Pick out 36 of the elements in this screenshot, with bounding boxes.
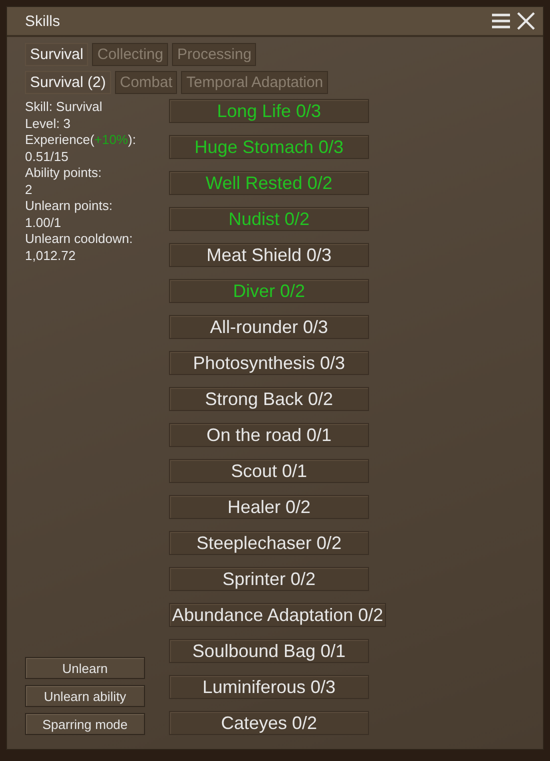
skill-button[interactable]: Scout 0/1 [169,459,369,483]
skill-button[interactable]: Cateyes 0/2 [169,711,369,735]
skill-button[interactable]: Healer 0/2 [169,495,369,519]
action-button[interactable]: Sparring mode [25,713,145,735]
info-line: 0.51/15 [25,148,70,165]
info-line: Level: 3 [25,116,72,132]
skill-button[interactable]: Huge Stomach 0/3 [169,135,369,159]
skill-button[interactable]: On the road 0/1 [169,423,369,447]
skill-button[interactable]: All-rounder 0/3 [169,315,369,339]
skill-button[interactable]: Well Rested 0/2 [169,171,369,195]
menu-icon[interactable] [491,12,511,30]
action-button[interactable]: Unlearn ability [25,685,145,707]
skill-button[interactable]: Diver 0/2 [169,279,369,303]
skill-button[interactable]: Meat Shield 0/3 [169,243,369,267]
info-line: Experience(+10%): [25,132,137,148]
tab[interactable]: Survival [25,43,88,66]
action-button[interactable]: Unlearn [25,657,145,679]
skill-button[interactable]: Strong Back 0/2 [169,387,369,411]
skill-button[interactable]: Abundance Adaptation 0/2 [169,603,386,627]
skill-button[interactable]: Photosynthesis 0/3 [169,351,369,375]
close-icon[interactable] [517,12,535,30]
info-line: 2 [25,182,34,198]
window-title: Skills [25,12,62,30]
info-line: Skill: Survival [25,99,104,116]
skill-button[interactable]: Nudist 0/2 [169,207,369,231]
info-line: Ability points: [25,165,103,182]
info-line: Unlearn cooldown: [25,231,134,248]
skill-button[interactable]: Steeplechaser 0/2 [169,531,369,555]
skill-button[interactable]: Sprinter 0/2 [169,567,369,591]
tab[interactable]: Survival (2) [25,71,111,94]
skill-button[interactable]: Soulbound Bag 0/1 [169,639,369,663]
skill-button[interactable]: Long Life 0/3 [169,99,369,123]
info-line: Unlearn points: [25,198,114,214]
skill-button[interactable]: Luminiferous 0/3 [169,675,369,699]
info-line: 1,012.72 [25,248,77,264]
info-line: 1.00/1 [25,214,62,231]
